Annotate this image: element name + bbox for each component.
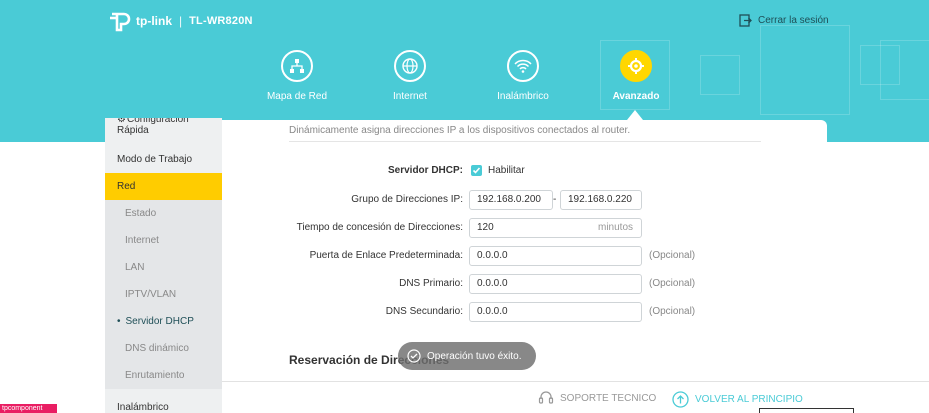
sidebar-item-label: Inalámbrico [117,402,169,413]
dns-secondary-row: DNS Secundario: 0.0.0.0 (Opcional) [222,302,827,322]
debug-badge: tpcomponent [0,404,57,413]
headset-icon [538,391,554,404]
lease-time-row: Tiempo de concesión de Direcciones: 120 … [222,218,827,238]
sidebar-item-label: Modo de Trabajo [117,154,193,165]
brand-logo: tp-link | TL-WR820N [108,9,253,33]
wifi-icon [507,50,539,82]
ip-pool-end-input[interactable]: 192.168.0.220 [560,190,642,210]
dns-secondary-input[interactable]: 0.0.0.0 [469,302,642,322]
brand-name: tp-link [136,14,172,28]
sidebar-subitem-label: Servidor DHCP [125,316,194,327]
sidebar-subitem-label: LAN [125,262,145,273]
dns-primary-label: DNS Primario: [399,278,463,289]
lease-time-input[interactable]: 120 minutos [469,218,642,238]
gateway-input[interactable]: 0.0.0.0 [469,246,642,266]
sidebar-subitem-label: Internet [125,235,159,246]
tplink-logo-icon [108,9,132,33]
check-icon [472,167,481,174]
decor-square [880,40,929,100]
gateway-label: Puerta de Enlace Predeterminada: [309,250,463,261]
sidebar-item-label: Configuración Rápida [117,118,189,136]
sidebar-subitem-label: DNS dinámico [125,343,189,354]
toast-message: Operación tuvo éxito. [427,350,522,362]
sidebar-subitem-status[interactable]: Estado [105,200,222,227]
optional-note: (Opcional) [649,250,696,261]
nav-label: Internet [393,91,427,102]
lease-time-unit: minutos [597,222,633,233]
footer-bar: SOPORTE TECNICO VOLVER AL PRINCIPIO [222,381,929,413]
support-label: SOPORTE TECNICO [560,392,657,404]
success-toast: Operación tuvo éxito. [398,342,536,370]
nav-wireless[interactable]: Inalámbrico [463,50,583,102]
ip-pool-separator: - [553,194,557,205]
divider [289,141,761,142]
nav-label: Mapa de Red [266,91,328,102]
section-description: Dinámicamente asigna direcciones IP a lo… [289,125,631,136]
debug-badge-label: tpcomponent [2,405,43,412]
ip-pool-label: Grupo de Direcciones IP: [351,194,463,205]
ip-pool-start-input[interactable]: 192.168.0.200 [469,190,553,210]
optional-note: (Opcional) [649,306,696,317]
dhcp-server-label: Servidor DHCP: [387,165,463,176]
decor-square [760,25,850,115]
nav-internet[interactable]: Internet [350,50,470,102]
enable-label: Habilitar [488,165,525,176]
ip-pool-row: Grupo de Direcciones IP: 192.168.0.200 -… [222,190,827,210]
nav-label: Avanzado [612,91,660,102]
nav-network-map[interactable]: Mapa de Red [237,50,357,102]
optional-note: (Opcional) [649,278,696,289]
sidebar: ⚙Configuración Rápida Modo de Trabajo Re… [105,118,222,413]
back-to-top-link[interactable]: VOLVER AL PRINCIPIO [672,391,803,408]
active-nav-indicator [627,110,643,120]
logout-button[interactable]: Cerrar la sesión [739,14,829,27]
footer-edge-box [759,408,854,413]
brand-separator: | [179,14,183,28]
sidebar-item-work-mode[interactable]: Modo de Trabajo [105,146,222,173]
model-name: TL-WR820N [189,15,253,27]
sidebar-subitem-internet[interactable]: Internet [105,227,222,254]
sidebar-item-network[interactable]: Red [105,173,222,200]
nav-label: Inalámbrico [497,91,549,102]
sidebar-subitem-iptv-vlan[interactable]: IPTV/VLAN [105,281,222,308]
logout-icon [739,14,752,27]
dhcp-server-row: Servidor DHCP: Habilitar [222,161,827,181]
dns-primary-input[interactable]: 0.0.0.0 [469,274,642,294]
lease-time-label: Tiempo de concesión de Direcciones: [296,222,463,233]
sidebar-subitem-routing[interactable]: Enrutamiento [105,362,222,389]
sidebar-item-quick-setup[interactable]: ⚙Configuración Rápida [105,118,222,136]
decor-square [700,55,740,95]
lease-time-value: 120 [477,222,494,233]
quick-setup-icon: ⚙ [117,118,126,125]
sidebar-item-label: Red [117,181,136,192]
sidebar-subitem-ddns[interactable]: DNS dinámico [105,335,222,362]
sidebar-item-wireless[interactable]: Inalámbrico [105,402,169,413]
dns-secondary-label: DNS Secundario: [385,306,463,317]
sidebar-subitem-label: IPTV/VLAN [125,289,177,300]
network-map-icon [281,50,313,82]
enable-checkbox[interactable] [471,165,482,176]
dns-primary-row: DNS Primario: 0.0.0.0 (Opcional) [222,274,827,294]
nav-advanced[interactable]: Avanzado [576,50,696,102]
check-circle-icon [407,349,421,363]
sidebar-subitem-label: Enrutamiento [125,370,185,381]
sidebar-subitem-dhcp-server[interactable]: Servidor DHCP [105,308,222,335]
globe-icon [394,50,426,82]
logout-label: Cerrar la sesión [758,15,829,26]
support-link[interactable]: SOPORTE TECNICO [538,391,656,405]
sidebar-subitem-lan[interactable]: LAN [105,254,222,281]
arrow-up-circle-icon [672,391,689,408]
sidebar-subitem-label: Estado [125,208,157,219]
gear-icon [620,50,652,82]
back-to-top-label: VOLVER AL PRINCIPIO [695,394,803,405]
gateway-row: Puerta de Enlace Predeterminada: 0.0.0.0… [222,246,827,266]
